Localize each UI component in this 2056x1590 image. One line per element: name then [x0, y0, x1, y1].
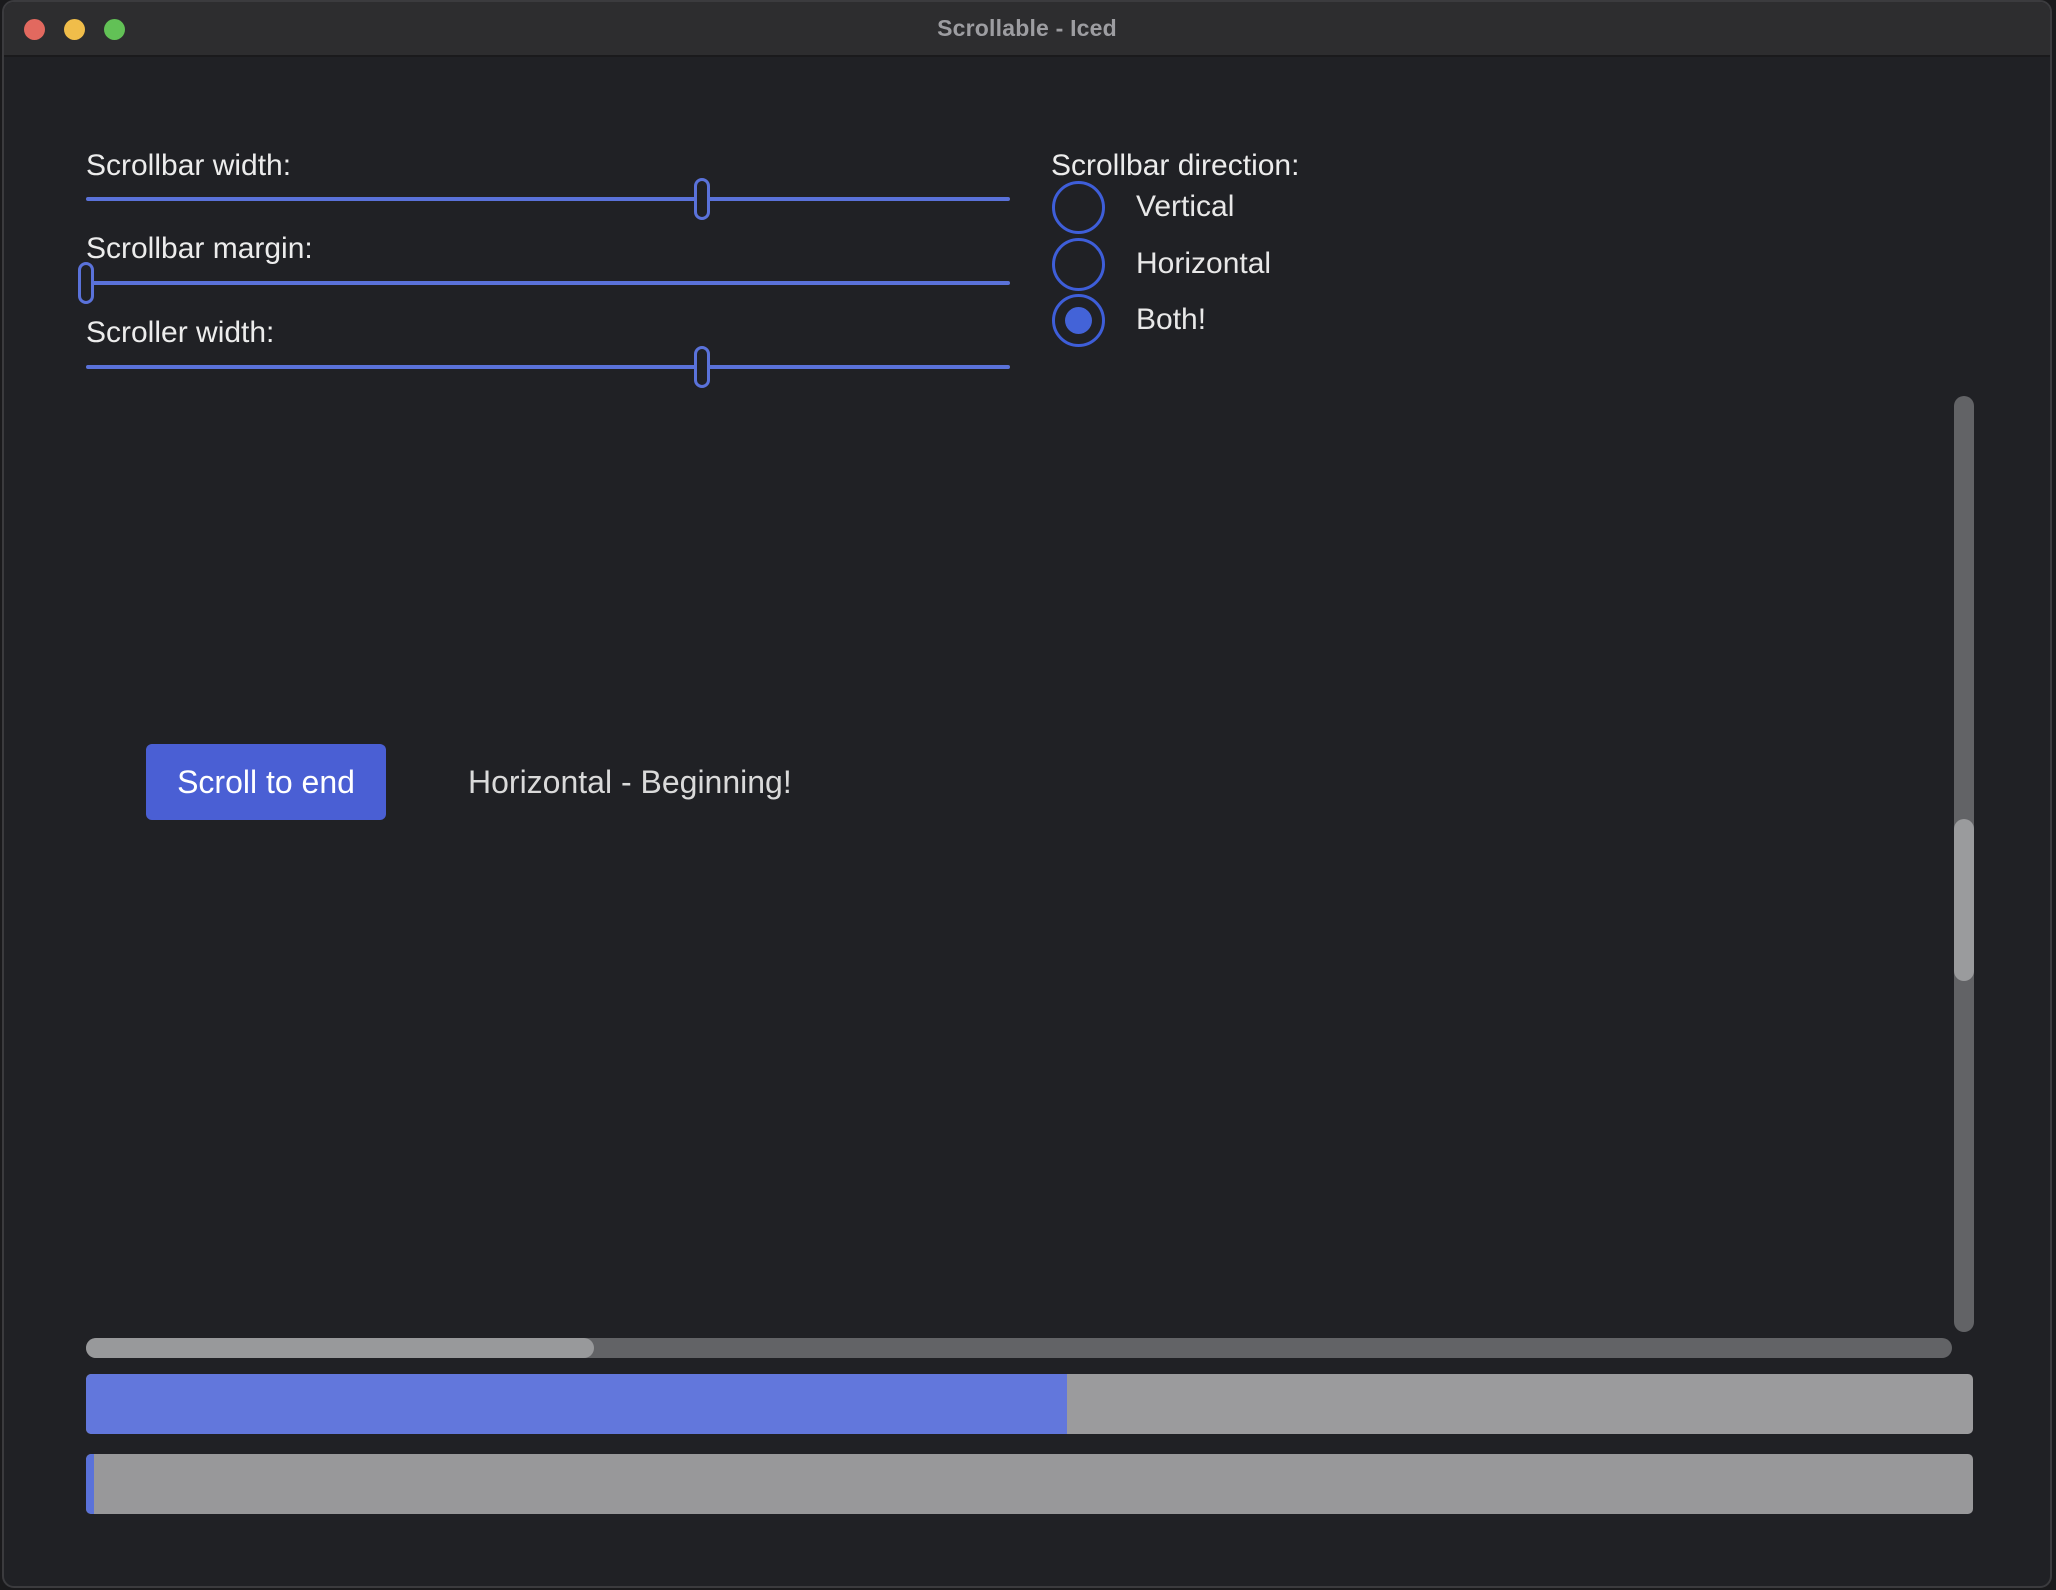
radio-vertical-label[interactable]: Vertical	[1136, 188, 1234, 226]
horizontal-scrollbar-track[interactable]	[86, 1338, 1952, 1358]
radio-dot-icon	[1065, 307, 1092, 334]
progress-fill	[86, 1374, 1067, 1434]
progress-fill	[86, 1454, 94, 1514]
radio-vertical[interactable]	[1052, 181, 1105, 234]
app-window: Scrollable - Iced Scrollbar width: Scrol…	[2, 0, 2052, 1588]
slider-handle[interactable]	[694, 178, 710, 220]
slider-track[interactable]	[86, 281, 1010, 285]
radio-both-label[interactable]: Both!	[1136, 301, 1206, 339]
scroll-status-text: Horizontal - Beginning!	[468, 761, 792, 803]
slider-track[interactable]	[86, 365, 1010, 369]
titlebar[interactable]: Scrollable - Iced	[4, 2, 2050, 57]
scrollbar-margin-slider[interactable]	[86, 261, 1010, 305]
radio-both[interactable]	[1052, 294, 1105, 347]
radio-horizontal[interactable]	[1052, 238, 1105, 291]
slider-handle[interactable]	[78, 262, 94, 304]
radio-horizontal-label[interactable]: Horizontal	[1136, 245, 1271, 283]
desktop-background: Scrollable - Iced Scrollbar width: Scrol…	[0, 0, 2056, 1590]
window-title: Scrollable - Iced	[4, 2, 2050, 55]
vertical-scrollbar-track[interactable]	[1954, 396, 1974, 1332]
vertical-scrollbar-thumb[interactable]	[1954, 819, 1974, 981]
scrollbar-direction-label: Scrollbar direction:	[1051, 148, 1299, 184]
scroll-to-end-button[interactable]: Scroll to end	[146, 744, 386, 820]
slider-track[interactable]	[86, 197, 1010, 201]
scroller-width-slider[interactable]	[86, 345, 1010, 389]
slider-handle[interactable]	[694, 346, 710, 388]
scrollbar-width-slider[interactable]	[86, 177, 1010, 221]
horizontal-progress-bar	[86, 1374, 1973, 1434]
secondary-progress-bar	[86, 1454, 1973, 1514]
horizontal-scrollbar-thumb[interactable]	[86, 1338, 594, 1358]
